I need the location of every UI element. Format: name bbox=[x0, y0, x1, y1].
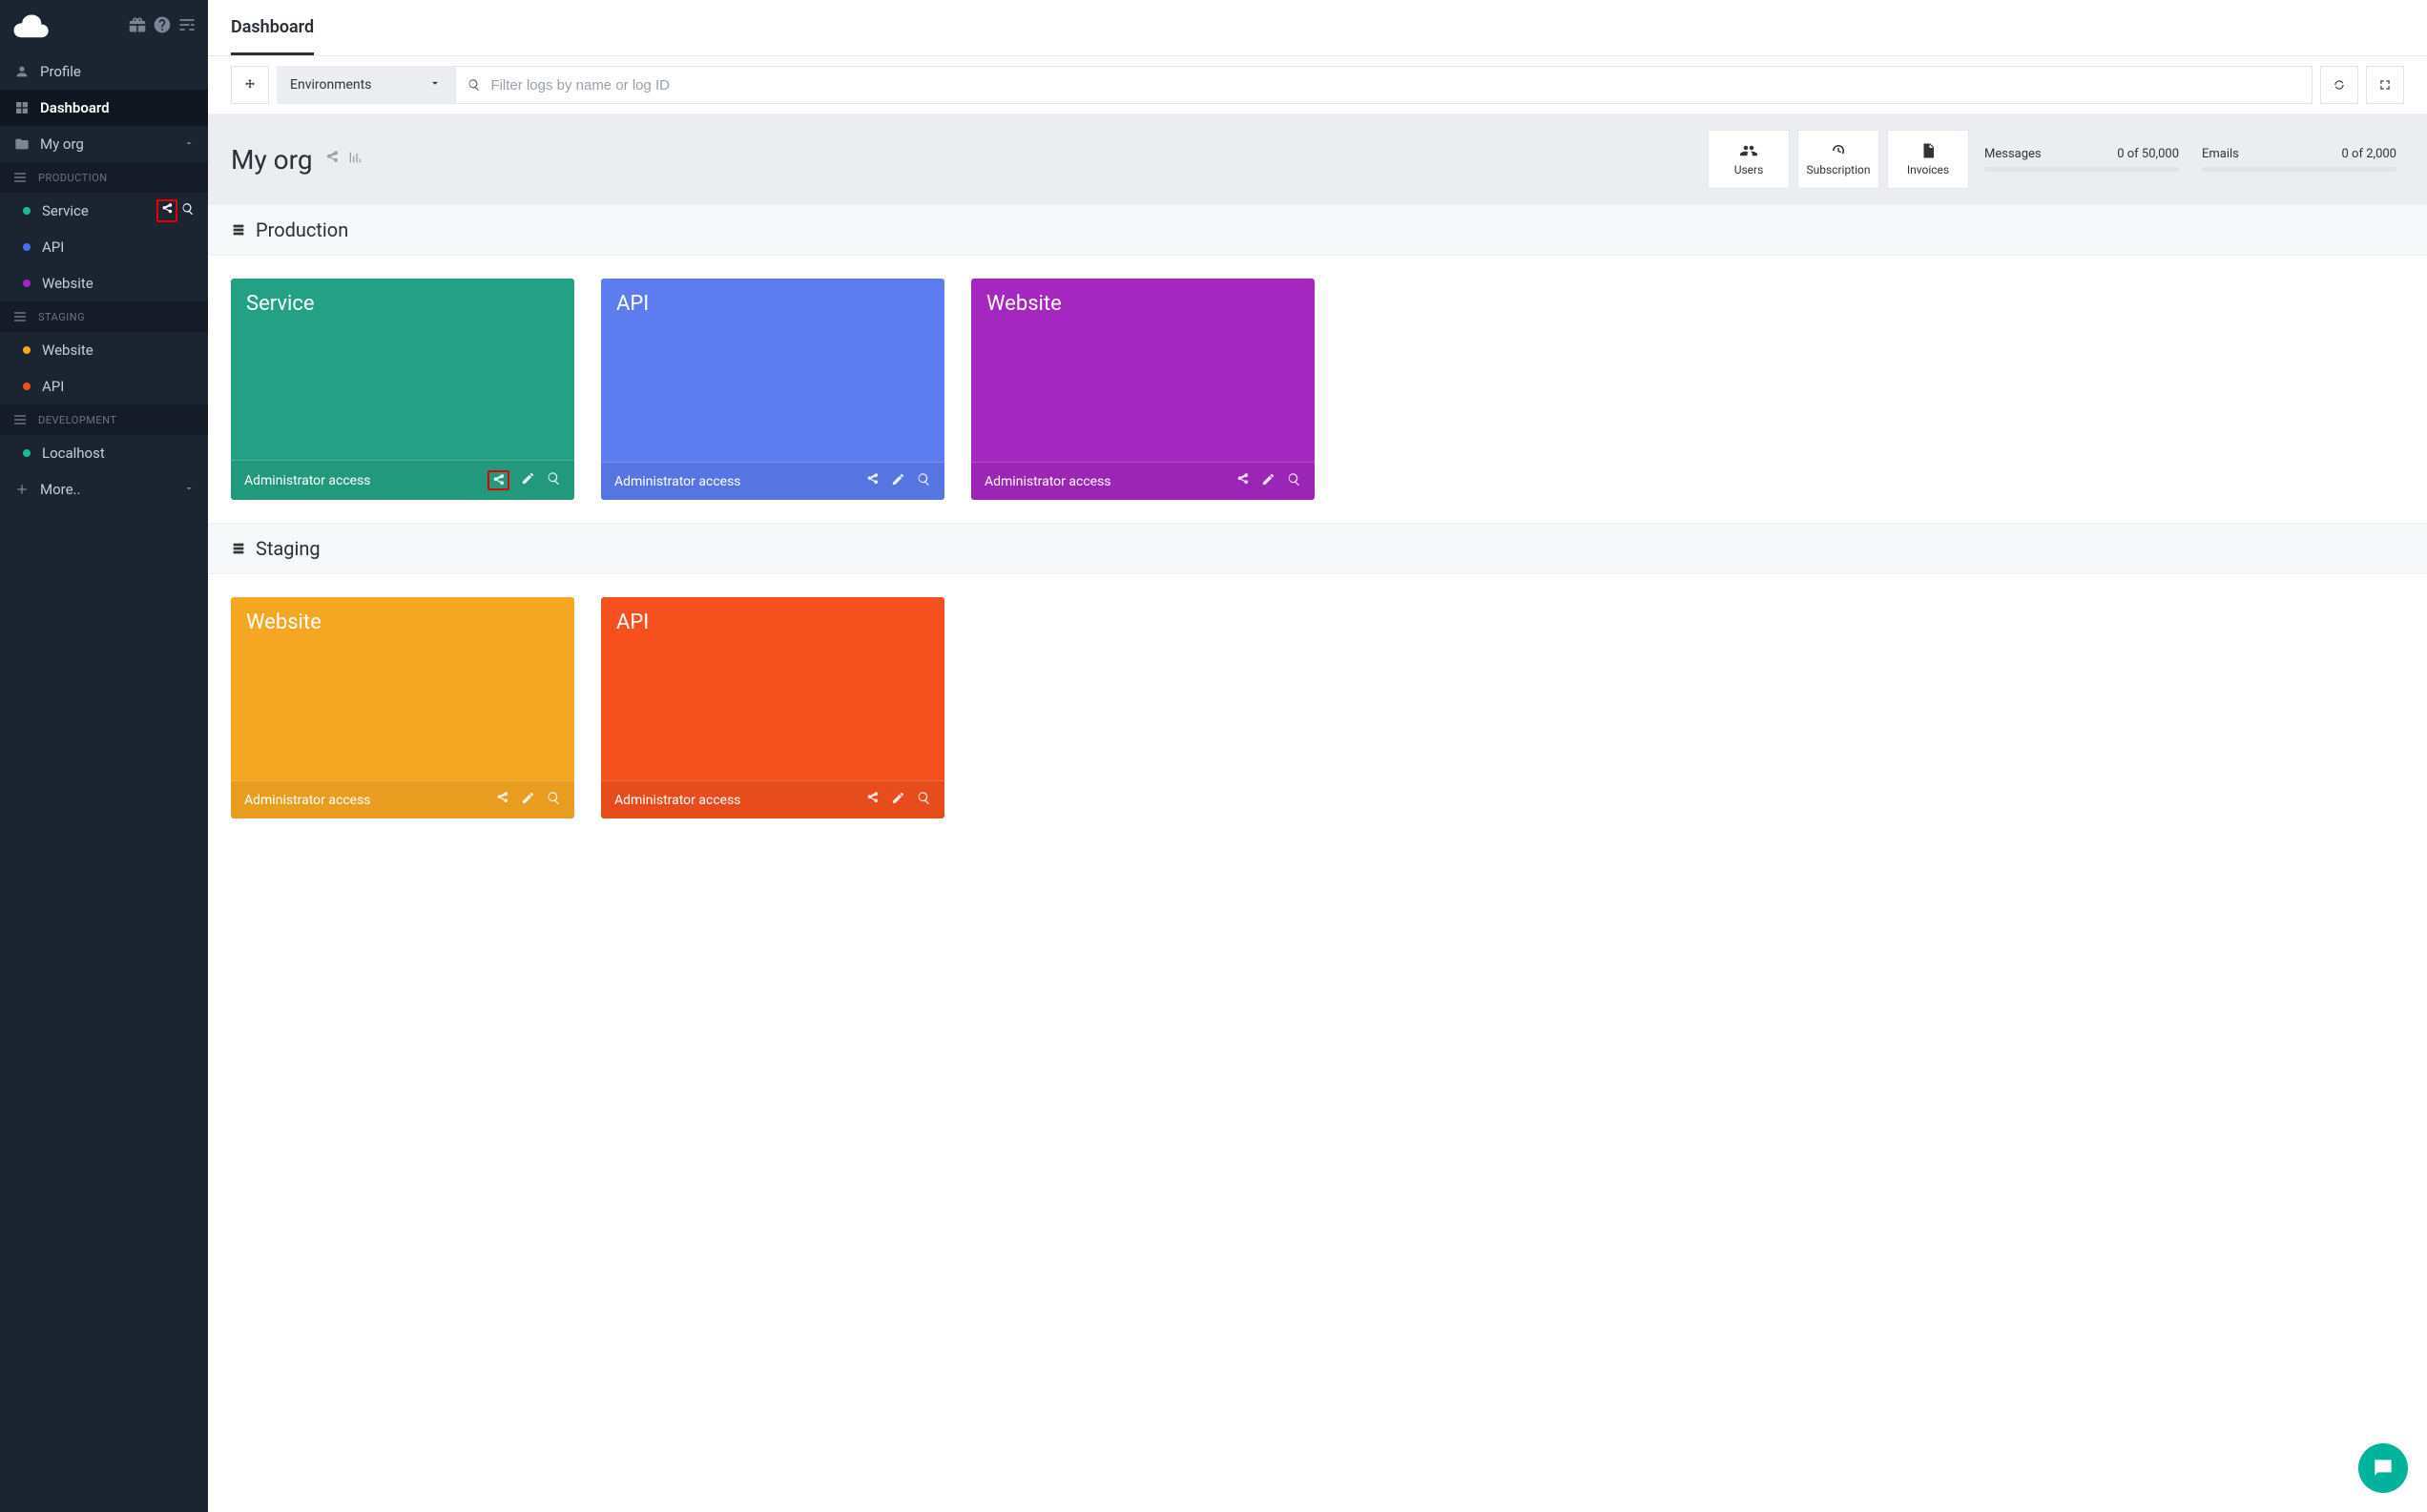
edit-icon[interactable] bbox=[1261, 472, 1276, 490]
card-role: Administrator access bbox=[614, 474, 741, 489]
app-card[interactable]: API Administrator access bbox=[601, 597, 944, 818]
sidebar-top bbox=[0, 0, 208, 53]
status-dot bbox=[23, 383, 31, 390]
chevron-down-icon bbox=[183, 481, 195, 498]
chat-launcher[interactable] bbox=[2358, 1443, 2408, 1493]
fullscreen-button[interactable] bbox=[2366, 66, 2404, 104]
org-header: My org Users Subscription Invoices Messa… bbox=[208, 114, 2427, 204]
edit-icon[interactable] bbox=[521, 471, 535, 489]
nav-more[interactable]: More.. bbox=[0, 471, 208, 507]
app-card[interactable]: API Administrator access bbox=[601, 279, 944, 500]
org-title: My org bbox=[231, 144, 313, 176]
section-staging: STAGING bbox=[0, 301, 208, 332]
settings-share-icon[interactable] bbox=[865, 472, 880, 490]
chart-icon[interactable] bbox=[347, 150, 363, 169]
search-icon[interactable] bbox=[547, 791, 561, 809]
edit-icon[interactable] bbox=[521, 791, 535, 809]
search-icon[interactable] bbox=[1287, 472, 1301, 490]
settings-share-icon[interactable] bbox=[324, 150, 340, 169]
nav-myorg-label: My org bbox=[40, 135, 84, 153]
card-title: API bbox=[601, 597, 944, 780]
card-role: Administrator access bbox=[244, 793, 371, 808]
chevron-up-icon bbox=[183, 135, 195, 153]
card-role: Administrator access bbox=[614, 793, 741, 808]
subscription-card[interactable]: Subscription bbox=[1797, 130, 1879, 189]
status-dot bbox=[23, 346, 31, 354]
search-icon[interactable] bbox=[917, 472, 931, 490]
card-title: Service bbox=[231, 279, 574, 460]
section-production: PRODUCTION bbox=[0, 162, 208, 193]
nav-dashboard-label: Dashboard bbox=[40, 99, 110, 116]
settings-share-icon[interactable] bbox=[865, 791, 880, 809]
progress-bar bbox=[1984, 167, 2179, 172]
nav-dashboard[interactable]: Dashboard bbox=[0, 90, 208, 126]
status-dot bbox=[23, 280, 31, 287]
search-bar[interactable] bbox=[455, 66, 2313, 104]
messages-stat: Messages0 of 50,000 bbox=[1977, 130, 2187, 189]
search-input[interactable] bbox=[490, 77, 2300, 93]
nav-myorg[interactable]: My org bbox=[0, 126, 208, 162]
search-icon bbox=[467, 78, 481, 92]
sidebar: Profile Dashboard My org PRODUCTION Serv… bbox=[0, 0, 208, 1512]
nav-profile-label: Profile bbox=[40, 63, 81, 80]
app-card[interactable]: Website Administrator access bbox=[971, 279, 1315, 500]
search-icon[interactable] bbox=[917, 791, 931, 809]
emails-stat: Emails0 of 2,000 bbox=[2194, 130, 2404, 189]
cards-production: Service Administrator access API Administra… bbox=[208, 256, 2427, 523]
refresh-button[interactable] bbox=[2320, 66, 2358, 104]
move-button[interactable] bbox=[231, 66, 269, 104]
app-card[interactable]: Website Administrator access bbox=[231, 597, 574, 818]
tab-dashboard[interactable]: Dashboard bbox=[231, 0, 314, 55]
settings-slider-icon[interactable] bbox=[177, 15, 197, 38]
cards-staging: Website Administrator access API Administra… bbox=[208, 574, 2427, 841]
section-development: DEVELOPMENT bbox=[0, 404, 208, 435]
card-role: Administrator access bbox=[985, 474, 1111, 489]
server-icon bbox=[231, 541, 246, 556]
help-icon[interactable] bbox=[153, 15, 172, 38]
settings-share-icon[interactable] bbox=[487, 470, 509, 490]
environments-dropdown[interactable]: Environments bbox=[277, 66, 455, 104]
chevron-down-icon bbox=[428, 76, 442, 93]
settings-share-icon[interactable] bbox=[1235, 472, 1250, 490]
gift-icon[interactable] bbox=[128, 15, 147, 38]
settings-share-icon[interactable] bbox=[156, 199, 177, 222]
invoices-card[interactable]: Invoices bbox=[1887, 130, 1969, 189]
nav-item-staging-api[interactable]: API bbox=[0, 368, 208, 404]
app-card[interactable]: Service Administrator access bbox=[231, 279, 574, 500]
nav-item-service[interactable]: Service bbox=[0, 193, 208, 229]
edit-icon[interactable] bbox=[891, 472, 905, 490]
nav-item-api[interactable]: API bbox=[0, 229, 208, 265]
card-title: Website bbox=[971, 279, 1315, 462]
status-dot bbox=[23, 207, 31, 215]
nav-profile[interactable]: Profile bbox=[0, 53, 208, 90]
search-icon[interactable] bbox=[547, 471, 561, 489]
environments-label: Environments bbox=[290, 77, 371, 93]
progress-bar bbox=[2202, 167, 2396, 172]
status-dot bbox=[23, 449, 31, 457]
card-role: Administrator access bbox=[244, 473, 371, 488]
server-icon bbox=[231, 222, 246, 238]
tabs: Dashboard bbox=[208, 0, 2427, 56]
nav-item-staging-website[interactable]: Website bbox=[0, 332, 208, 368]
card-title: API bbox=[601, 279, 944, 462]
edit-icon[interactable] bbox=[891, 791, 905, 809]
card-title: Website bbox=[231, 597, 574, 780]
app-logo bbox=[11, 10, 50, 44]
status-dot bbox=[23, 243, 31, 251]
main: Dashboard Environments My org Users Subs… bbox=[208, 0, 2427, 841]
section-title-staging: Staging bbox=[208, 523, 2427, 574]
toolbar: Environments bbox=[208, 56, 2427, 114]
section-title-production: Production bbox=[208, 204, 2427, 256]
settings-share-icon[interactable] bbox=[495, 791, 509, 809]
nav-item-localhost[interactable]: Localhost bbox=[0, 435, 208, 471]
nav-item-website[interactable]: Website bbox=[0, 265, 208, 301]
users-card[interactable]: Users bbox=[1708, 130, 1790, 189]
search-icon[interactable] bbox=[181, 202, 195, 219]
